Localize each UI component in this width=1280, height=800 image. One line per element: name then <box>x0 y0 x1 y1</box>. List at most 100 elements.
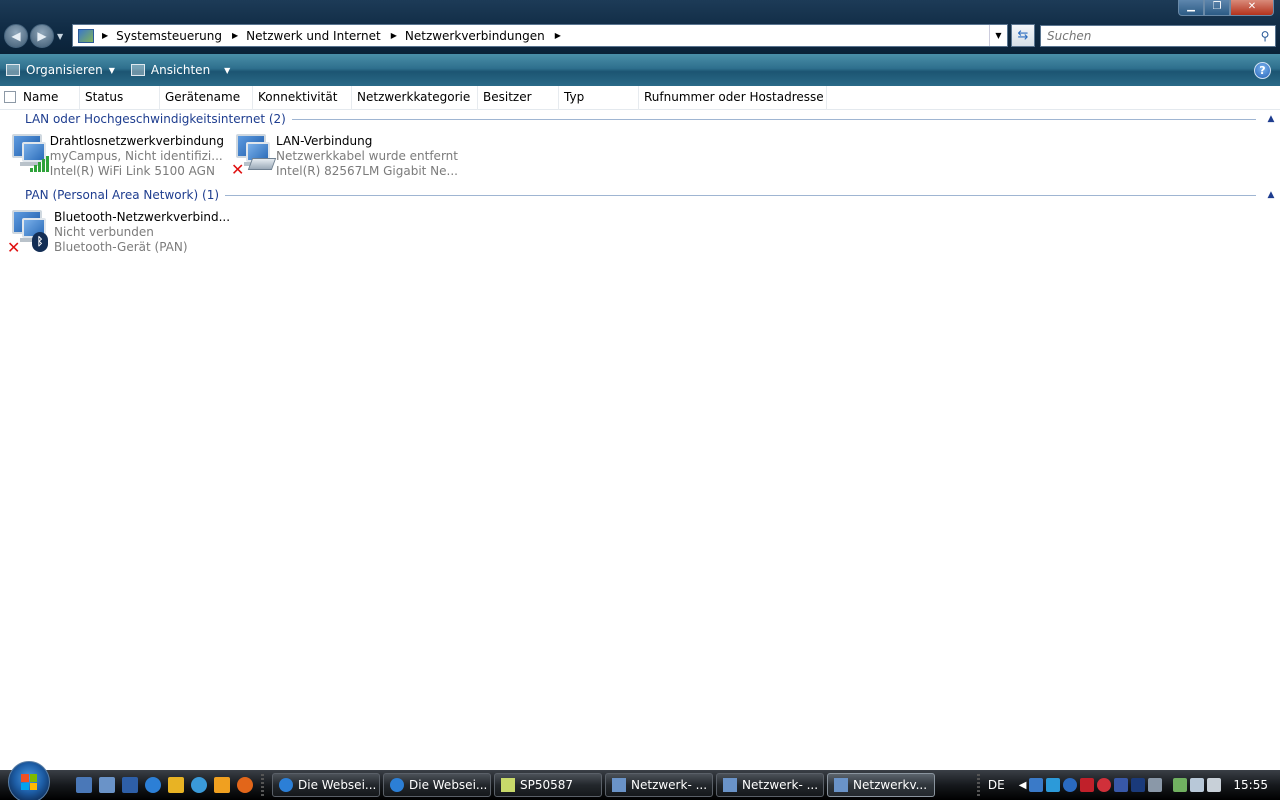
search-icon[interactable]: ⚲ <box>1255 29 1275 43</box>
connection-name: LAN-Verbindung <box>276 134 373 148</box>
clock[interactable]: 15:55 <box>1233 778 1268 792</box>
collapse-icon[interactable]: ▲ <box>1262 190 1280 200</box>
network-window-icon <box>612 778 626 792</box>
help-button[interactable]: ? <box>1254 62 1271 79</box>
task-button[interactable]: Die Websei... <box>272 773 380 797</box>
bluetooth-icon[interactable] <box>1131 778 1146 792</box>
network-status-icon[interactable] <box>1190 778 1205 792</box>
organize-button[interactable]: Organisieren ▼ <box>0 58 121 82</box>
archive-icon <box>501 778 515 792</box>
taskbar-buttons: Die Websei... Die Websei... SP50587 Netz… <box>272 773 935 797</box>
column-header-owner[interactable]: Besitzer <box>478 86 559 110</box>
views-icon <box>130 64 145 76</box>
devices-icon[interactable] <box>1148 778 1163 792</box>
task-label: Die Websei... <box>298 778 377 792</box>
tray-grip[interactable] <box>976 774 980 796</box>
internet-explorer-icon[interactable] <box>145 777 161 793</box>
bluetooth-network-icon: ᛒ ✕ <box>4 208 54 256</box>
connection-status: myCampus, Nicht identifizi... <box>49 149 223 163</box>
command-toolbar: Organisieren ▼ Ansichten ▼ ? <box>0 54 1280 86</box>
collapse-icon[interactable]: ▲ <box>1262 114 1280 124</box>
task-button-active[interactable]: Netzwerkv... <box>827 773 935 797</box>
breadcrumb-separator-icon[interactable]: ▶ <box>102 31 108 40</box>
dropbox-icon[interactable] <box>1046 778 1061 792</box>
task-label: SP50587 <box>520 778 574 792</box>
error-x-icon: ✕ <box>7 238 21 257</box>
internet-explorer-icon <box>279 778 293 792</box>
task-button[interactable]: Netzwerk- ... <box>605 773 713 797</box>
windows-logo-icon <box>21 774 37 790</box>
search-icon[interactable] <box>191 777 207 793</box>
bluetooth-icon: ᛒ <box>32 232 48 252</box>
language-indicator[interactable]: DE <box>988 778 1005 792</box>
connection-item-wireless[interactable]: Drahtlosnetzwerkverbindung myCampus, Nic… <box>4 132 224 180</box>
breadcrumb-item[interactable]: Netzwerkverbindungen <box>405 29 545 43</box>
task-button[interactable]: Die Websei... <box>383 773 491 797</box>
group-header-lan[interactable]: LAN oder Hochgeschwindigkeitsinternet (2… <box>0 110 1280 128</box>
quick-launch <box>76 777 253 793</box>
battery-icon[interactable] <box>1173 778 1188 792</box>
volume-icon[interactable] <box>1207 778 1222 792</box>
error-x-icon: ✕ <box>231 160 245 179</box>
explorer-icon[interactable] <box>122 777 138 793</box>
task-button[interactable]: Netzwerk- ... <box>716 773 824 797</box>
opera-icon[interactable] <box>1097 778 1112 792</box>
group-header-pan[interactable]: PAN (Personal Area Network) (1) ▲ <box>0 186 1280 204</box>
minimize-button[interactable]: ▁ <box>1178 0 1204 16</box>
recent-pages-dropdown[interactable]: ▼ <box>57 32 63 41</box>
column-header-type[interactable]: Typ <box>559 86 639 110</box>
column-header-row: Name Status Gerätename Konnektivität Net… <box>0 86 1280 110</box>
select-all-checkbox[interactable] <box>0 86 18 110</box>
show-desktop-icon[interactable] <box>76 777 92 793</box>
connection-device: Bluetooth-Gerät (PAN) <box>54 240 188 254</box>
network-window-icon <box>834 778 848 792</box>
tray-app-icon[interactable] <box>1029 778 1044 792</box>
taskbar: Die Websei... Die Websei... SP50587 Netz… <box>0 761 1280 800</box>
column-header-phone-or-host[interactable]: Rufnummer oder Hostadresse <box>639 86 827 110</box>
task-label: Netzwerk- ... <box>742 778 819 792</box>
column-header-device-name[interactable]: Gerätename <box>160 86 253 110</box>
search-input[interactable] <box>1041 29 1255 43</box>
search-box[interactable]: ⚲ <box>1040 25 1276 47</box>
back-button[interactable]: ◀ <box>4 24 28 48</box>
address-bar[interactable]: ▶ Systemsteuerung ▶ Netzwerk und Interne… <box>72 24 1008 47</box>
connection-item-lan[interactable]: ✕ LAN-Verbindung Netzwerkkabel wurde ent… <box>228 132 458 180</box>
task-button[interactable]: SP50587 <box>494 773 602 797</box>
refresh-button[interactable]: ⇆ <box>1011 24 1035 47</box>
group-title: LAN oder Hochgeschwindigkeitsinternet (2… <box>25 112 286 126</box>
connection-name: Drahtlosnetzwerkverbindung <box>49 134 224 148</box>
breadcrumb-separator-icon[interactable]: ▶ <box>232 31 238 40</box>
connection-item-bluetooth[interactable]: ᛒ ✕ Bluetooth-Netzwerkverbind... Nicht v… <box>4 208 234 256</box>
breadcrumb-item[interactable]: Netzwerk und Internet <box>246 29 381 43</box>
start-button[interactable] <box>8 761 50 800</box>
chevron-left-icon[interactable]: ◀ <box>1019 780 1027 791</box>
breadcrumb-separator-icon[interactable]: ▶ <box>555 31 561 40</box>
antivirus-icon[interactable] <box>1080 778 1095 792</box>
close-button[interactable]: ✕ <box>1230 0 1274 16</box>
group-title: PAN (Personal Area Network) (1) <box>25 188 220 202</box>
window-titlebar: ▁ ❐ ✕ ◀ ▶ ▼ ▶ Systemsteuerung ▶ Netzwerk… <box>0 0 1280 54</box>
group-divider <box>225 194 1256 196</box>
connection-status: Nicht verbunden <box>54 225 154 239</box>
firefox-icon[interactable] <box>237 777 253 793</box>
breadcrumb-separator-icon[interactable]: ▶ <box>391 31 397 40</box>
views-button[interactable]: Ansichten ▼ <box>125 58 236 82</box>
maximize-button[interactable]: ❐ <box>1204 0 1230 16</box>
connection-device: Intel(R) WiFi Link 5100 AGN <box>49 164 215 178</box>
task-label: Netzwerk- ... <box>631 778 708 792</box>
navigation-buttons: ◀ ▶ ▼ <box>4 24 63 48</box>
column-header-name[interactable]: Name <box>18 86 80 110</box>
column-header-status[interactable]: Status <box>80 86 160 110</box>
task-label: Netzwerkv... <box>853 778 928 792</box>
media-player-icon[interactable] <box>168 777 184 793</box>
forward-button[interactable]: ▶ <box>30 24 54 48</box>
outlook-icon[interactable] <box>214 777 230 793</box>
column-header-connectivity[interactable]: Konnektivität <box>253 86 352 110</box>
column-header-network-category[interactable]: Netzwerkkategorie <box>352 86 478 110</box>
network-tray-icon[interactable] <box>1114 778 1129 792</box>
taskbar-grip[interactable] <box>261 774 264 796</box>
address-dropdown-icon[interactable]: ▼ <box>989 25 1007 46</box>
at-icon[interactable] <box>1063 778 1078 792</box>
switch-windows-icon[interactable] <box>99 777 115 793</box>
breadcrumb-item[interactable]: Systemsteuerung <box>116 29 222 43</box>
